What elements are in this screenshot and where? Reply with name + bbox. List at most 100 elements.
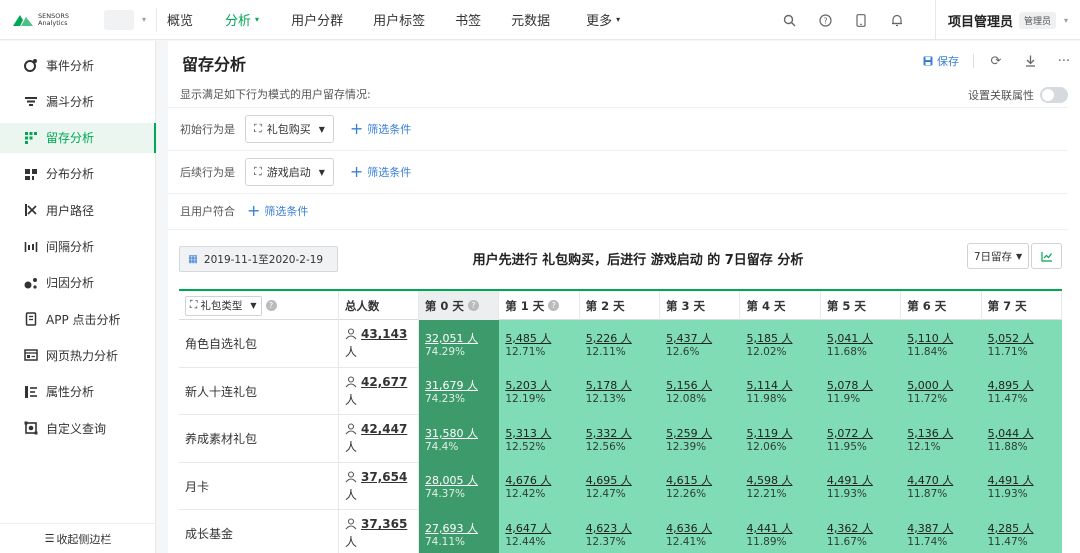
retained-count[interactable]: 4,470 人: [907, 472, 981, 488]
nav-item-6[interactable]: 更多 ▾: [586, 10, 620, 29]
retained-count[interactable]: 4,441 人: [746, 520, 820, 536]
retention-cell[interactable]: 5,114 人 11.98%: [740, 367, 821, 415]
retention-cell[interactable]: 5,136 人 12.1%: [901, 415, 982, 463]
retained-count[interactable]: 5,052 人: [988, 330, 1062, 346]
add-filter-button[interactable]: + 筛选条件: [350, 121, 411, 137]
date-range-picker[interactable]: ▦ 2019-11-1至2020-2-19: [179, 246, 338, 272]
save-button[interactable]: 保存: [923, 53, 959, 69]
bell-icon[interactable]: [888, 11, 906, 29]
retained-count[interactable]: 4,491 人: [827, 472, 901, 488]
project-selector[interactable]: [104, 9, 134, 30]
retention-cell[interactable]: 27,693 人 74.11%: [418, 510, 500, 553]
retention-cell[interactable]: 4,636 人 12.41%: [660, 510, 741, 553]
add-filter-button[interactable]: + 筛选条件: [350, 164, 411, 180]
retained-count[interactable]: 5,485 人: [505, 330, 579, 346]
retention-cell[interactable]: 5,332 人 12.56%: [579, 415, 661, 463]
retention-cell[interactable]: 5,313 人 12.52%: [499, 415, 580, 463]
retained-count[interactable]: 31,679 人: [425, 377, 499, 393]
retention-cell[interactable]: 5,185 人 12.02%: [740, 320, 821, 368]
help-icon[interactable]: ?: [548, 300, 560, 311]
sidebar-item-0[interactable]: 事件分析: [0, 50, 156, 80]
retention-cell[interactable]: 32,051 人 74.29%: [418, 320, 500, 368]
retention-cell[interactable]: 4,676 人 12.42%: [499, 462, 580, 510]
retention-cell[interactable]: 5,052 人 11.71%: [981, 320, 1062, 368]
retention-cell[interactable]: 4,285 人 11.47%: [981, 510, 1062, 553]
total-users-link[interactable]: 42,677: [361, 375, 407, 389]
retained-count[interactable]: 5,119 人: [746, 425, 820, 441]
retention-cell[interactable]: 4,623 人 12.37%: [579, 510, 661, 553]
retention-cell[interactable]: 5,044 人 11.88%: [981, 415, 1062, 463]
retention-cell[interactable]: 31,679 人 74.23%: [418, 367, 500, 415]
nav-item-4[interactable]: 书签: [455, 10, 481, 29]
retained-count[interactable]: 4,598 人: [746, 472, 820, 488]
mobile-icon[interactable]: [852, 11, 870, 29]
retention-period-select[interactable]: 7日留存 ▼: [967, 243, 1029, 269]
retention-cell[interactable]: 4,695 人 12.47%: [579, 462, 661, 510]
nav-item-0[interactable]: 概览: [167, 10, 193, 29]
sidebar-item-9[interactable]: 属性分析: [0, 377, 156, 407]
retention-cell[interactable]: 5,041 人 11.68%: [820, 320, 902, 368]
nav-item-5[interactable]: 元数据: [511, 10, 550, 29]
sidebar-item-10[interactable]: 自定义查询: [0, 413, 156, 443]
sidebar-item-7[interactable]: APP 点击分析: [0, 304, 156, 334]
help-icon[interactable]: ?: [265, 300, 277, 311]
help-icon[interactable]: ?: [816, 11, 834, 29]
sidebar-item-3[interactable]: 分布分析: [0, 159, 156, 189]
retention-cell[interactable]: 4,362 人 11.67%: [820, 510, 902, 553]
retained-count[interactable]: 5,044 人: [988, 425, 1062, 441]
retained-count[interactable]: 5,178 人: [586, 377, 660, 393]
retention-cell[interactable]: 4,491 人 11.93%: [981, 462, 1062, 510]
retained-count[interactable]: 28,005 人: [425, 472, 499, 488]
retention-cell[interactable]: 4,470 人 11.87%: [901, 462, 982, 510]
retained-count[interactable]: 4,285 人: [988, 520, 1062, 536]
sidebar-item-4[interactable]: 用户路径: [0, 195, 156, 225]
retained-count[interactable]: 27,693 人: [425, 520, 499, 536]
help-icon[interactable]: ?: [467, 300, 479, 311]
retained-count[interactable]: 5,136 人: [907, 425, 981, 441]
retained-count[interactable]: 5,185 人: [746, 330, 820, 346]
collapse-sidebar-button[interactable]: ☰ 收起侧边栏: [0, 523, 156, 553]
retention-cell[interactable]: 4,615 人 12.26%: [660, 462, 741, 510]
add-user-filter-button[interactable]: + 筛选条件: [247, 202, 308, 219]
sidebar-item-8[interactable]: 网页热力分析: [0, 340, 156, 370]
retained-count[interactable]: 5,114 人: [746, 377, 820, 393]
retained-count[interactable]: 4,676 人: [505, 472, 579, 488]
retained-count[interactable]: 5,313 人: [505, 425, 579, 441]
retention-cell[interactable]: 5,072 人 11.95%: [820, 415, 902, 463]
retention-cell[interactable]: 4,441 人 11.89%: [740, 510, 821, 553]
retention-cell[interactable]: 5,178 人 12.13%: [579, 367, 661, 415]
refresh-icon[interactable]: ⟳: [988, 53, 1004, 69]
user-menu[interactable]: 项目管理员 管理员 ▾: [935, 0, 1068, 40]
retention-cell[interactable]: 5,259 人 12.39%: [660, 415, 741, 463]
retention-cell[interactable]: 5,437 人 12.6%: [660, 320, 741, 368]
retained-count[interactable]: 4,895 人: [988, 377, 1062, 393]
logo[interactable]: SENSORS Analytics: [12, 12, 92, 27]
retained-count[interactable]: 5,203 人: [505, 377, 579, 393]
sidebar-item-6[interactable]: 归因分析: [0, 268, 156, 298]
retention-cell[interactable]: 5,485 人 12.71%: [499, 320, 580, 368]
retained-count[interactable]: 4,695 人: [586, 472, 660, 488]
retention-cell[interactable]: 4,387 人 11.74%: [901, 510, 982, 553]
nav-item-1[interactable]: 分析 ▾: [225, 10, 259, 29]
retained-count[interactable]: 4,636 人: [666, 520, 740, 536]
retained-count[interactable]: 5,110 人: [907, 330, 981, 346]
chevron-down-icon[interactable]: ▾: [142, 15, 146, 24]
retained-count[interactable]: 4,623 人: [586, 520, 660, 536]
retention-cell[interactable]: 5,203 人 12.19%: [499, 367, 580, 415]
chart-view-button[interactable]: [1031, 243, 1062, 269]
nav-item-2[interactable]: 用户分群: [291, 10, 343, 29]
total-users-link[interactable]: 37,654: [361, 470, 407, 484]
retained-count[interactable]: 4,615 人: [666, 472, 740, 488]
retention-cell[interactable]: 28,005 人 74.37%: [418, 462, 500, 510]
retention-cell[interactable]: 4,598 人 12.21%: [740, 462, 821, 510]
retention-cell[interactable]: 4,647 人 12.44%: [499, 510, 580, 553]
retention-cell[interactable]: 4,895 人 11.47%: [981, 367, 1062, 415]
retention-cell[interactable]: 5,000 人 11.72%: [901, 367, 982, 415]
retention-cell[interactable]: 5,078 人 11.9%: [820, 367, 902, 415]
retention-cell[interactable]: 5,110 人 11.84%: [901, 320, 982, 368]
retained-count[interactable]: 5,072 人: [827, 425, 901, 441]
retained-count[interactable]: 5,041 人: [827, 330, 901, 346]
retained-count[interactable]: 5,259 人: [666, 425, 740, 441]
sidebar-item-1[interactable]: 漏斗分析: [0, 86, 156, 116]
group-by-select[interactable]: ⛶ 礼包类型 ▼: [185, 295, 262, 316]
